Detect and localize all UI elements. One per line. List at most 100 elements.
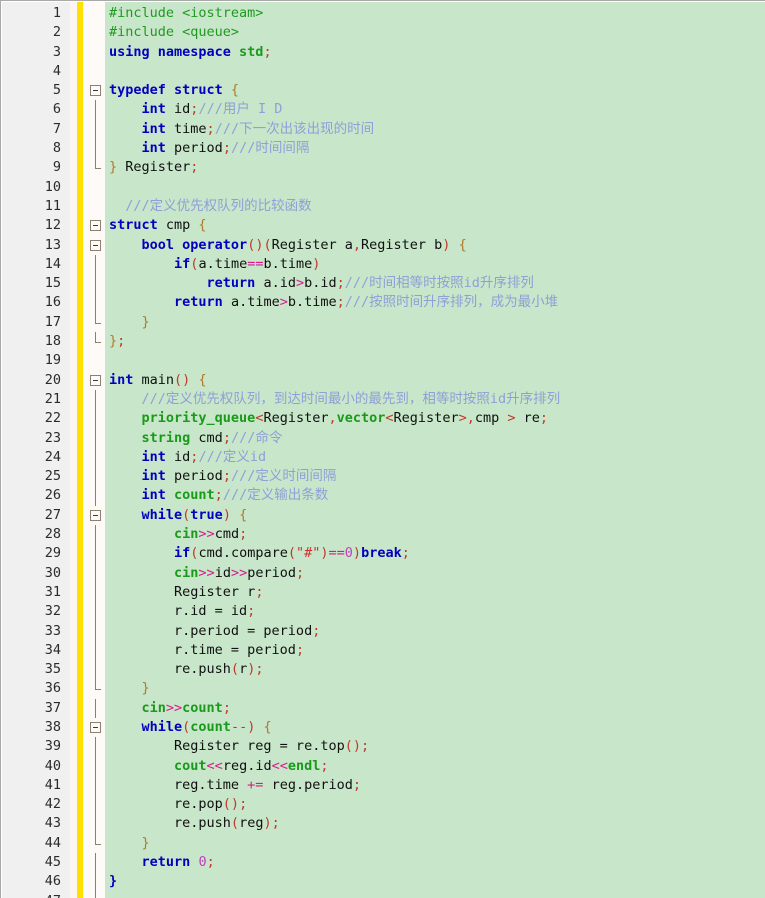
line-number[interactable]: 30	[2, 564, 70, 583]
code-line[interactable]: }	[105, 679, 765, 698]
line-number-gutter[interactable]: 1 2 3 4 5 6 7 8 9 10 11 12 13 14 15 16 17 18 19 20 21 22 23 24 2…	[2, 2, 70, 898]
code-line[interactable]: re.push(r);	[105, 660, 765, 679]
line-number[interactable]: 43	[2, 814, 70, 833]
fold-row[interactable]	[88, 621, 105, 641]
code-line[interactable]: int time;///下一次出该出现的时间	[105, 120, 765, 139]
code-folding-gutter[interactable]	[88, 2, 105, 898]
code-line[interactable]: };	[105, 332, 765, 351]
code-line[interactable]: struct cmp {	[105, 216, 765, 235]
fold-row[interactable]	[88, 891, 105, 898]
line-number[interactable]: 6	[2, 100, 70, 119]
fold-row[interactable]	[88, 563, 105, 583]
line-number[interactable]: 1	[2, 4, 70, 23]
fold-row[interactable]	[88, 81, 105, 100]
code-line[interactable]: re.push(reg);	[105, 814, 765, 833]
line-number[interactable]: 20	[2, 371, 70, 390]
line-number[interactable]: 27	[2, 506, 70, 525]
fold-row[interactable]	[88, 756, 105, 776]
line-number[interactable]: 3	[2, 43, 70, 62]
code-line[interactable]: priority_queue<Register,vector<Register>…	[105, 409, 765, 428]
code-line[interactable]: r.time = period;	[105, 641, 765, 660]
code-line[interactable]: typedef struct {	[105, 81, 765, 100]
fold-row[interactable]	[88, 428, 105, 448]
line-number[interactable]: 42	[2, 795, 70, 814]
fold-collapse-icon[interactable]	[90, 721, 101, 733]
line-number[interactable]: 23	[2, 429, 70, 448]
breakpoint-gutter[interactable]	[70, 2, 77, 898]
code-line[interactable]: reg.time += reg.period;	[105, 776, 765, 795]
line-number[interactable]: 47	[2, 892, 70, 898]
fold-row[interactable]	[88, 718, 105, 737]
code-line[interactable]: }	[105, 872, 765, 891]
fold-row[interactable]	[88, 332, 105, 351]
code-line[interactable]: int period;///定义时间间隔	[105, 467, 765, 486]
line-number[interactable]: 33	[2, 622, 70, 641]
fold-row[interactable]	[88, 293, 105, 313]
line-number[interactable]: 8	[2, 139, 70, 158]
code-line[interactable]: string cmd;///命令	[105, 429, 765, 448]
line-number[interactable]: 37	[2, 699, 70, 718]
line-number[interactable]: 18	[2, 332, 70, 351]
line-number[interactable]: 22	[2, 409, 70, 428]
line-number[interactable]: 45	[2, 853, 70, 872]
line-number[interactable]: 25	[2, 467, 70, 486]
code-line[interactable]: int period;///时间间隔	[105, 139, 765, 158]
code-line[interactable]: r.id = id;	[105, 602, 765, 621]
line-number[interactable]: 28	[2, 525, 70, 544]
fold-row[interactable]	[88, 544, 105, 564]
fold-row[interactable]	[88, 698, 105, 718]
line-number[interactable]: 39	[2, 737, 70, 756]
line-number[interactable]: 35	[2, 660, 70, 679]
fold-row[interactable]	[88, 679, 105, 698]
fold-collapse-icon[interactable]	[90, 374, 101, 386]
fold-row[interactable]	[88, 640, 105, 661]
fold-row[interactable]	[88, 158, 105, 177]
code-text-area[interactable]: #include <iostream> #include <queue> using…	[105, 2, 765, 898]
fold-row[interactable]	[88, 814, 105, 834]
fold-row[interactable]	[88, 833, 105, 853]
code-line[interactable]: ///定义优先权队列，到达时间最小的最先到，相等时按照id升序排列	[105, 390, 765, 409]
line-number[interactable]: 29	[2, 544, 70, 563]
line-number[interactable]: 34	[2, 641, 70, 660]
code-line[interactable]	[105, 178, 765, 197]
line-number[interactable]: 5	[2, 81, 70, 100]
code-line[interactable]: using namespace std;	[105, 43, 765, 62]
line-number[interactable]: 13	[2, 236, 70, 255]
fold-row[interactable]	[88, 872, 105, 892]
code-line[interactable]: cin>>id>>period;	[105, 564, 765, 583]
fold-row[interactable]	[88, 409, 105, 429]
line-number[interactable]: 21	[2, 390, 70, 409]
line-number[interactable]: 44	[2, 834, 70, 853]
code-line[interactable]: return a.time>b.time;///按照时间升序排列，成为最小堆	[105, 293, 765, 312]
fold-row[interactable]	[88, 119, 105, 140]
code-line[interactable]: cout<<reg.id<<endl;	[105, 757, 765, 776]
code-line[interactable]: while(count--) {	[105, 718, 765, 737]
fold-row[interactable]	[88, 43, 105, 62]
fold-row[interactable]	[88, 853, 105, 873]
code-line[interactable]: Register r;	[105, 583, 765, 602]
code-line[interactable]: }	[105, 834, 765, 853]
fold-row[interactable]	[88, 506, 105, 525]
code-line[interactable]: if(a.time==b.time)	[105, 255, 765, 274]
line-number[interactable]: 10	[2, 178, 70, 197]
fold-row[interactable]	[88, 775, 105, 796]
line-number[interactable]: 14	[2, 255, 70, 274]
fold-row[interactable]	[88, 197, 105, 216]
line-number[interactable]: 12	[2, 216, 70, 235]
line-number[interactable]: 4	[2, 62, 70, 81]
fold-collapse-icon[interactable]	[90, 239, 101, 251]
code-line[interactable]: bool operator()(Register a,Register b) {	[105, 236, 765, 255]
fold-row[interactable]	[88, 312, 105, 332]
code-line[interactable]: return 0;	[105, 853, 765, 872]
code-line[interactable]: ///定义优先权队列的比较函数	[105, 197, 765, 216]
code-line[interactable]: cin>>count;	[105, 699, 765, 718]
code-line[interactable]	[105, 351, 765, 370]
line-number[interactable]: 40	[2, 757, 70, 776]
fold-row[interactable]	[88, 351, 105, 370]
code-line[interactable]: int count;///定义输出条数	[105, 486, 765, 505]
fold-row[interactable]	[88, 467, 105, 487]
fold-row[interactable]	[88, 274, 105, 294]
fold-collapse-icon[interactable]	[90, 509, 101, 521]
code-line[interactable]: int main() {	[105, 371, 765, 390]
line-number[interactable]: 31	[2, 583, 70, 602]
